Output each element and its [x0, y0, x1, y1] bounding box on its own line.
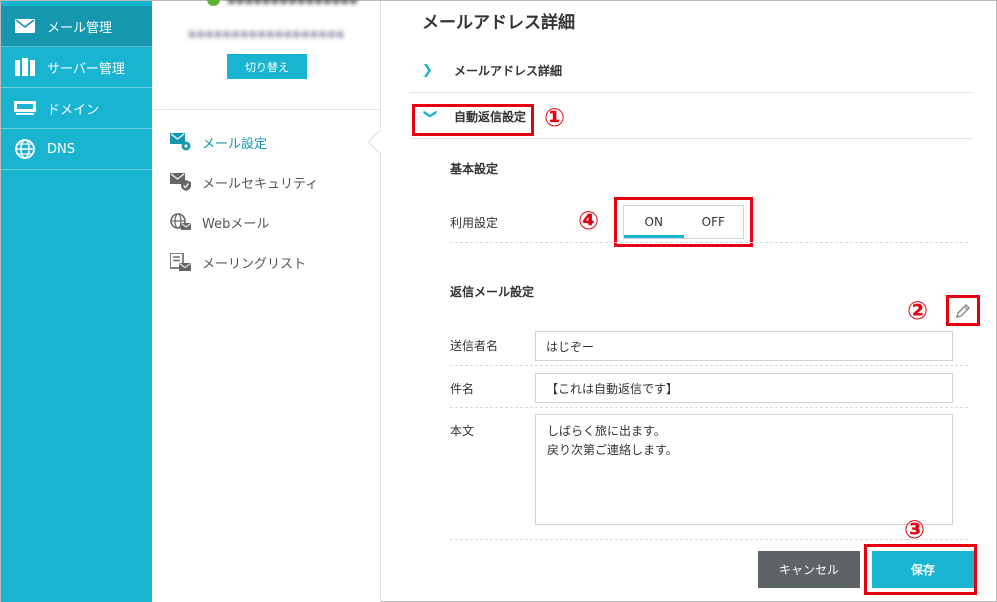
- submenu-item-label: メール設定: [202, 136, 268, 152]
- main-content: メールアドレス詳細 ❯ メールアドレス詳細 ❯ 自動返信設定 ① 基本設定 利用…: [382, 1, 997, 602]
- server-icon: [13, 57, 37, 77]
- switch-account-button[interactable]: 切り替え: [227, 54, 307, 79]
- mail-security-icon: [170, 172, 192, 192]
- status-online-icon: [207, 0, 220, 6]
- main-nav: メール管理 サーバー管理 ドメイン DNS: [1, 1, 152, 602]
- globe-icon: [13, 139, 37, 159]
- domain-icon: [13, 98, 37, 118]
- account-id-redacted: ●●●●●●●●●●●●●●●●●●: [187, 29, 345, 40]
- body-label: 本文: [450, 424, 475, 438]
- mail-settings-icon: [170, 132, 192, 152]
- mailing-list-icon: [170, 252, 192, 272]
- submenu-item-label: Webメール: [202, 216, 270, 232]
- body-textarea[interactable]: しばらく旅に出ます。 戻り次第ご連絡します。: [535, 414, 953, 525]
- basic-settings-title: 基本設定: [450, 162, 499, 176]
- page-title: メールアドレス詳細: [422, 13, 575, 33]
- nav-item-mail[interactable]: メール管理: [1, 6, 152, 47]
- divider: [152, 109, 381, 110]
- submenu-item-webmail[interactable]: Webメール: [170, 211, 269, 233]
- annotation-number-3: ③: [904, 515, 926, 544]
- nav-item-domain[interactable]: ドメイン: [1, 88, 152, 129]
- divider: [450, 407, 968, 408]
- submenu-item-mailing-list[interactable]: メーリングリスト: [170, 251, 306, 273]
- sub-menu-panel: ●●●●●●●●●●●●●●● ●●●●●●●●●●●●●●●●●● 切り替え …: [152, 0, 391, 602]
- annotation-box-4: [614, 197, 753, 247]
- nav-item-label: サーバー管理: [47, 61, 125, 77]
- submenu-item-mail-settings[interactable]: メール設定: [170, 131, 267, 153]
- cancel-button[interactable]: キャンセル: [758, 551, 860, 588]
- webmail-icon: [170, 212, 192, 232]
- accordion-label: メールアドレス詳細: [454, 64, 563, 78]
- usage-label: 利用設定: [450, 216, 499, 230]
- annotation-box-1: [412, 104, 534, 136]
- subject-label: 件名: [450, 382, 475, 396]
- accordion-address-detail[interactable]: ❯ メールアドレス詳細: [410, 49, 973, 93]
- account-name-redacted: ●●●●●●●●●●●●●●●: [227, 0, 357, 5]
- annotation-number-4: ④: [578, 206, 600, 235]
- subject-input[interactable]: [535, 373, 953, 403]
- annotation-box-3: [864, 544, 977, 595]
- reply-settings-title: 返信メール設定: [450, 285, 535, 299]
- submenu-item-label: メールセキュリティ: [202, 176, 319, 192]
- annotation-number-2: ②: [907, 296, 929, 325]
- divider: [450, 365, 968, 366]
- sender-label: 送信者名: [450, 339, 499, 353]
- submenu-item-mail-security[interactable]: メールセキュリティ: [170, 171, 318, 193]
- divider: [450, 242, 968, 243]
- nav-item-label: DNS: [47, 141, 75, 157]
- nav-item-label: ドメイン: [47, 102, 100, 118]
- mail-icon: [13, 16, 37, 36]
- nav-item-label: メール管理: [47, 20, 113, 36]
- annotation-number-1: ①: [544, 103, 566, 132]
- sender-name-input[interactable]: [535, 331, 953, 361]
- annotation-box-2: [946, 295, 980, 326]
- submenu-item-label: メーリングリスト: [202, 256, 307, 272]
- nav-item-server[interactable]: サーバー管理: [1, 47, 152, 88]
- divider: [450, 539, 968, 540]
- chevron-right-icon: ❯: [422, 63, 433, 78]
- nav-item-dns[interactable]: DNS: [1, 129, 152, 170]
